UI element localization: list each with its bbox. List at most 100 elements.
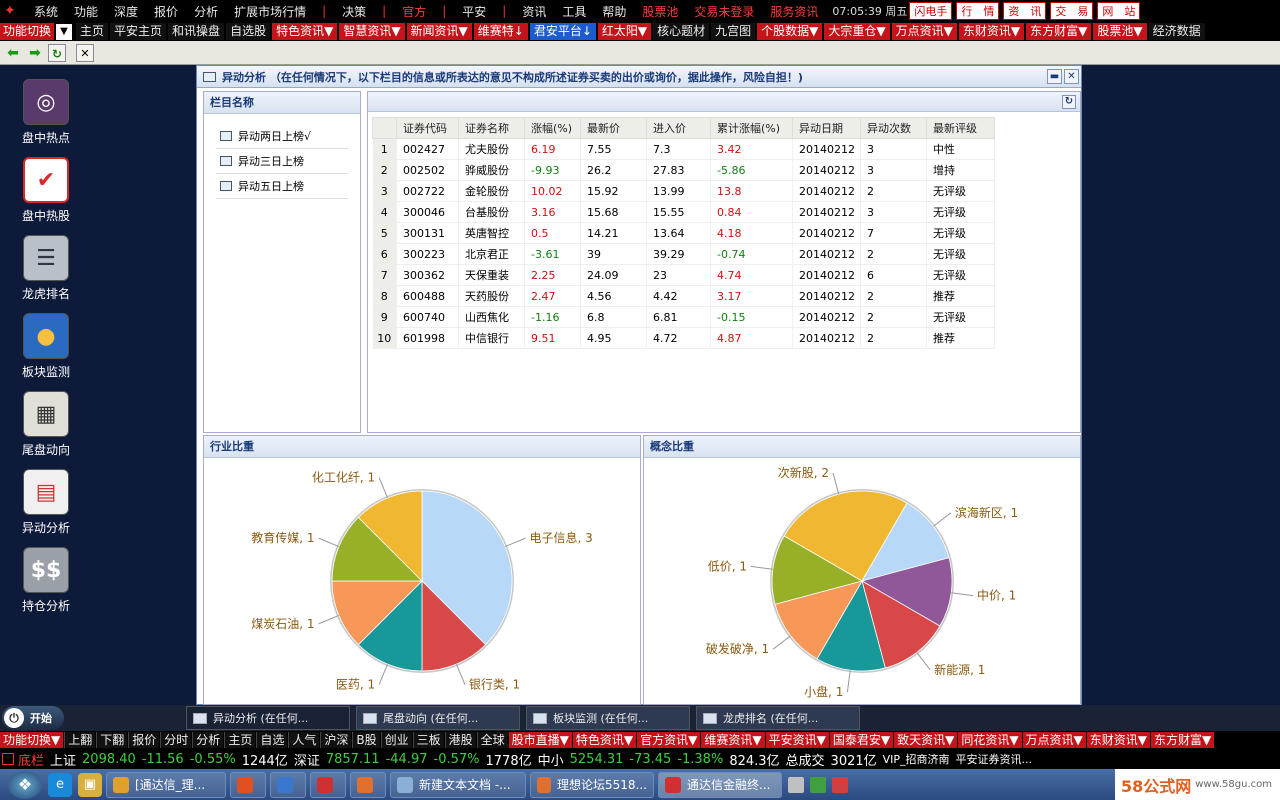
- desktop-icon-hot-stocks[interactable]: ✔ 盘中热股: [14, 157, 78, 224]
- menu-system[interactable]: 系统: [26, 3, 66, 20]
- menu-info[interactable]: 资讯: [514, 3, 554, 20]
- bar2-item[interactable]: 万点资讯▼: [891, 23, 957, 40]
- menu-decision[interactable]: 决策: [334, 3, 374, 20]
- bar2-item[interactable]: 大宗重仓▼: [824, 23, 890, 40]
- windows-start-icon[interactable]: ❖: [8, 770, 42, 799]
- bar3-item[interactable]: 分析: [192, 732, 224, 748]
- desktop-icon-hot-spots[interactable]: ◎ 盘中热点: [14, 79, 78, 146]
- header-name[interactable]: 证券名称: [458, 117, 525, 139]
- bar3-item[interactable]: 万点资讯▼: [1022, 732, 1086, 748]
- window-titlebar[interactable]: 异动分析 （在任何情况下，以下栏目的信息或所表达的意见不构成所述证券买卖的出价或…: [197, 66, 1081, 88]
- header-last-price[interactable]: 最新价: [580, 117, 647, 139]
- sz-index-name[interactable]: 深证: [294, 750, 320, 769]
- column-item-two-days[interactable]: 异动两日上榜√: [216, 124, 348, 149]
- bar3-item[interactable]: 报价: [128, 732, 160, 748]
- menu-official[interactable]: 官方: [394, 3, 434, 20]
- header-code[interactable]: 证券代码: [396, 117, 459, 139]
- bar3-item[interactable]: 上翻: [64, 732, 96, 748]
- menu-pingan[interactable]: 平安: [454, 3, 494, 20]
- bar3-item[interactable]: 特色资讯▼: [572, 732, 637, 748]
- table-row[interactable]: 3 002722 金轮股份 10.02 15.92 13.99 13.8 20140212 2 无…: [372, 180, 995, 202]
- bar3-item[interactable]: 东财资讯▼: [1086, 732, 1151, 748]
- bar2-item[interactable]: 君安平台↓: [529, 23, 596, 40]
- menu-tools[interactable]: 工具: [554, 3, 594, 20]
- bar2-item[interactable]: 智慧资讯▼: [339, 23, 405, 40]
- sh-index-name[interactable]: 上证: [50, 750, 76, 769]
- bar3-item[interactable]: 全球: [476, 732, 508, 748]
- bar3-item[interactable]: 自选: [256, 732, 288, 748]
- table-row[interactable]: 1 002427 尤夫股份 6.19 7.55 7.3 3.42 20140212 3 中性: [372, 138, 995, 160]
- column-item-three-days[interactable]: 异动三日上榜: [216, 149, 348, 174]
- header-rating[interactable]: 最新评级: [926, 117, 995, 139]
- bar3-item[interactable]: 官方资讯▼: [637, 732, 701, 748]
- table-row[interactable]: 8 600488 天药股份 2.47 4.56 4.42 3.17 20140212 2 推荐: [372, 285, 995, 307]
- desktop-icon-dragon-tiger[interactable]: ☰ 龙虎排名: [14, 235, 78, 302]
- tab-info[interactable]: 资 讯: [1003, 2, 1047, 20]
- bar3-item[interactable]: 平安资讯▼: [765, 732, 829, 748]
- bar3-item[interactable]: 人气: [288, 732, 320, 748]
- tab-flash-trade[interactable]: 闪电手: [909, 2, 953, 20]
- bar3-item[interactable]: 三板: [412, 732, 444, 748]
- back-arrow-icon[interactable]: ⬅: [4, 44, 22, 62]
- taskbar-tdx-terminal-window[interactable]: 通达信金融终...: [658, 771, 782, 798]
- bar3-item[interactable]: 国泰君安▼: [829, 732, 894, 748]
- bar2-item[interactable]: 红太阳▼: [597, 23, 652, 40]
- close-icon[interactable]: ✕: [76, 43, 94, 62]
- table-row[interactable]: 9 600740 山西焦化 -1.16 6.8 6.81 -0.15 20140212 2 无评级: [372, 306, 995, 328]
- bar3-item[interactable]: 主页: [224, 732, 256, 748]
- bar2-item[interactable]: 个股数据▼: [757, 23, 823, 40]
- menu-stock-pool[interactable]: 股票池: [634, 3, 686, 20]
- table-row[interactable]: 7 300362 天保重装 2.25 24.09 23 4.74 20140212 6 无评级: [372, 264, 995, 286]
- news-scroller[interactable]: 平安证券资讯...: [956, 751, 1033, 767]
- bar2-item[interactable]: 和讯操盘: [168, 23, 225, 40]
- bar2-item[interactable]: 特色资讯▼: [272, 23, 338, 40]
- tray-lang-icon[interactable]: [788, 776, 804, 793]
- bar2-item[interactable]: 经济数据: [1148, 23, 1205, 40]
- header-entry-price[interactable]: 进入价: [646, 117, 711, 139]
- ie-icon[interactable]: e: [48, 772, 72, 797]
- bar3-item[interactable]: 东方财富▼: [1151, 732, 1215, 748]
- bar2-item[interactable]: 东方财富▼: [1026, 23, 1092, 40]
- bar2-item[interactable]: 维赛特↓: [473, 23, 528, 40]
- menu-analysis[interactable]: 分析: [186, 3, 226, 20]
- taskbar-firefox-window[interactable]: [350, 771, 386, 798]
- bar3-item[interactable]: 下翻: [96, 732, 128, 748]
- task-window-anomaly[interactable]: 异动分析 (在任何...: [186, 706, 350, 730]
- tab-website[interactable]: 网 站: [1097, 2, 1141, 20]
- desktop-icon-closing-trend[interactable]: ▦ 尾盘动向: [14, 391, 78, 458]
- bar2-item[interactable]: 股票池▼: [1093, 23, 1147, 40]
- minimize-icon[interactable]: ▬: [1047, 69, 1062, 84]
- bar2-item[interactable]: 核心题材: [653, 23, 710, 40]
- bar2-item[interactable]: 主页: [76, 23, 109, 40]
- table-row[interactable]: 5 300131 英唐智控 0.5 14.21 13.64 4.18 20140212 7 无评级: [372, 222, 995, 244]
- tab-market[interactable]: 行 情: [956, 2, 1000, 20]
- close-icon[interactable]: ✕: [1064, 69, 1079, 84]
- refresh-icon[interactable]: ↻: [1062, 95, 1076, 109]
- bar3-item[interactable]: 维赛资讯▼: [701, 732, 765, 748]
- menu-quote[interactable]: 报价: [146, 3, 186, 20]
- chevron-down-icon[interactable]: ▼: [56, 23, 73, 40]
- bar3-item[interactable]: 港股: [444, 732, 476, 748]
- taskbar-media-window[interactable]: [230, 771, 266, 798]
- column-item-five-days[interactable]: 异动五日上榜: [216, 174, 348, 199]
- folder-icon[interactable]: ▣: [78, 772, 102, 797]
- bar2-item[interactable]: 自选股: [226, 23, 271, 40]
- header-change[interactable]: 涨幅(%): [524, 117, 581, 139]
- bar3-item[interactable]: 致天资讯▼: [894, 732, 958, 748]
- bar3-item[interactable]: 沪深: [320, 732, 352, 748]
- table-row[interactable]: 10 601998 中信银行 9.51 4.95 4.72 4.87 20140212 2 推荐: [372, 327, 995, 349]
- task-window-sector[interactable]: 板块监测 (在任何...: [526, 706, 690, 730]
- table-row[interactable]: 4 300046 台基股份 3.16 15.68 15.55 0.84 20140212 3 无评…: [372, 201, 995, 223]
- bar3-item[interactable]: 创业: [380, 732, 412, 748]
- tray-app-icon[interactable]: [832, 776, 848, 793]
- taskbar-notepad-window[interactable]: 新建文本文档 -...: [390, 771, 526, 798]
- vip-broker[interactable]: VIP_招商济南: [883, 751, 950, 767]
- header-times[interactable]: 异动次数: [860, 117, 927, 139]
- bar3-item[interactable]: B股: [352, 732, 380, 748]
- trade-login-status[interactable]: 交易未登录: [686, 3, 762, 20]
- zx-index-name[interactable]: 中小: [538, 750, 564, 769]
- menu-function[interactable]: 功能: [66, 3, 106, 20]
- taskbar-tool-window[interactable]: [310, 771, 346, 798]
- task-window-closing[interactable]: 尾盘动向 (在任何...: [356, 706, 520, 730]
- function-switch[interactable]: 功能切换: [0, 23, 55, 40]
